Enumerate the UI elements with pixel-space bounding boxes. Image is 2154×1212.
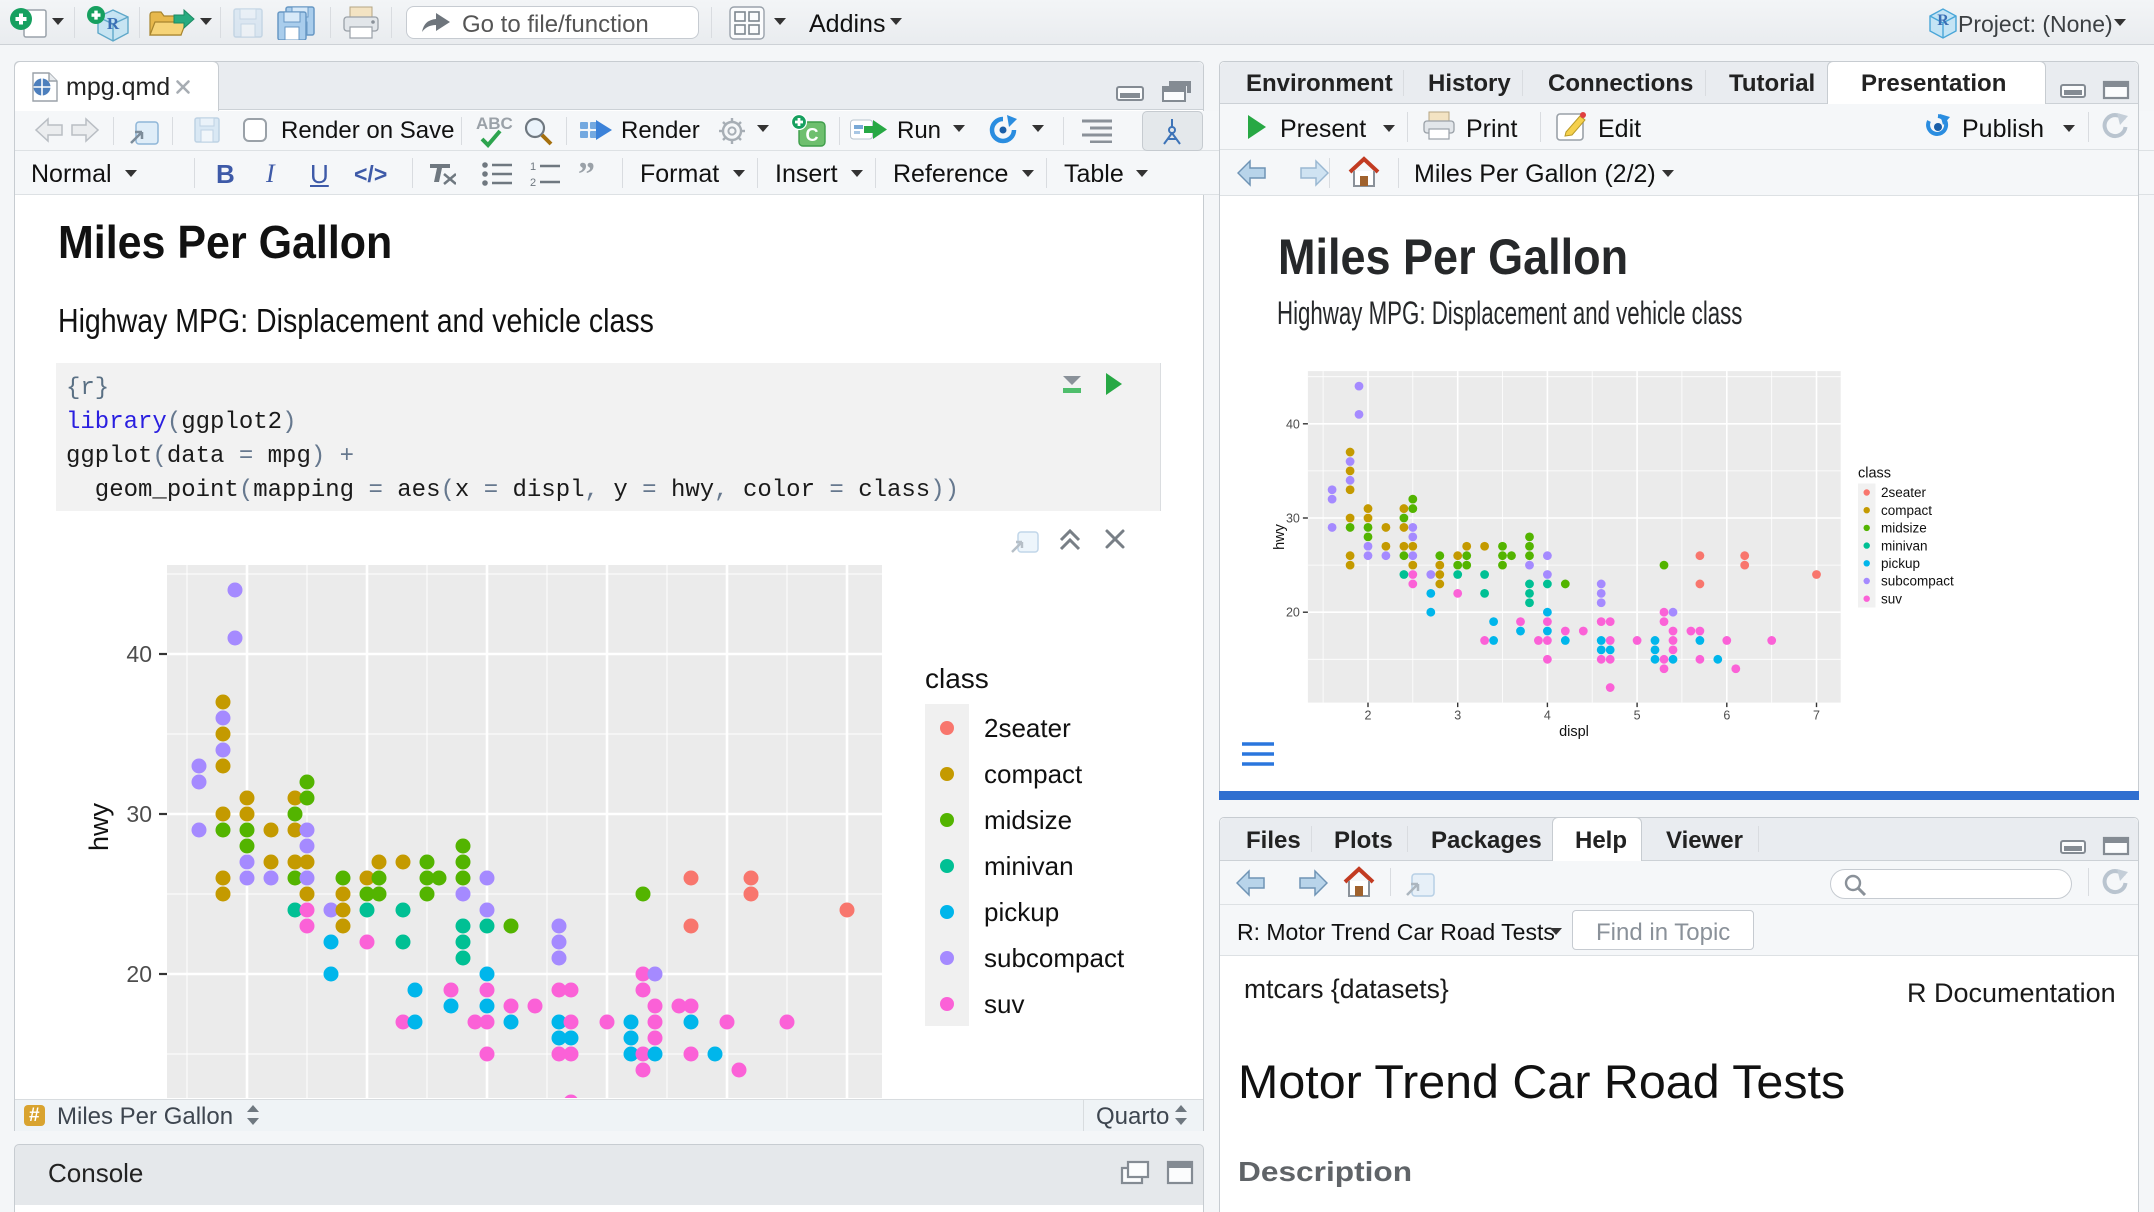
svg-text:class: class <box>1858 466 1891 482</box>
svg-text:3: 3 <box>1454 709 1461 723</box>
svg-text:6: 6 <box>1723 709 1730 723</box>
svg-text:40: 40 <box>1286 417 1300 431</box>
svg-text:minivan: minivan <box>1881 538 1928 553</box>
svg-text:C: C <box>806 125 819 145</box>
svg-text:2: 2 <box>1365 709 1372 723</box>
svg-text:pickup: pickup <box>1881 556 1920 571</box>
svg-text:2: 2 <box>530 177 536 188</box>
svg-text:midsize: midsize <box>1881 521 1927 536</box>
svg-text:subcompact: subcompact <box>1881 574 1954 589</box>
svg-text:R: R <box>1937 12 1949 29</box>
svg-text:4: 4 <box>1544 709 1551 723</box>
svg-text:displ: displ <box>1559 724 1589 740</box>
svg-text:1: 1 <box>530 161 536 173</box>
svg-text:compact: compact <box>1881 503 1932 518</box>
svg-text:hwy: hwy <box>1272 523 1288 550</box>
svg-text:30: 30 <box>1286 512 1300 526</box>
svg-text:7: 7 <box>1813 709 1820 723</box>
svg-text:20: 20 <box>1286 606 1300 620</box>
svg-text:R: R <box>107 14 120 33</box>
svg-text:suv: suv <box>1881 591 1902 606</box>
svg-text:ABC: ABC <box>476 114 513 133</box>
svg-text:2seater: 2seater <box>1881 485 1927 500</box>
svg-text:5: 5 <box>1634 709 1641 723</box>
